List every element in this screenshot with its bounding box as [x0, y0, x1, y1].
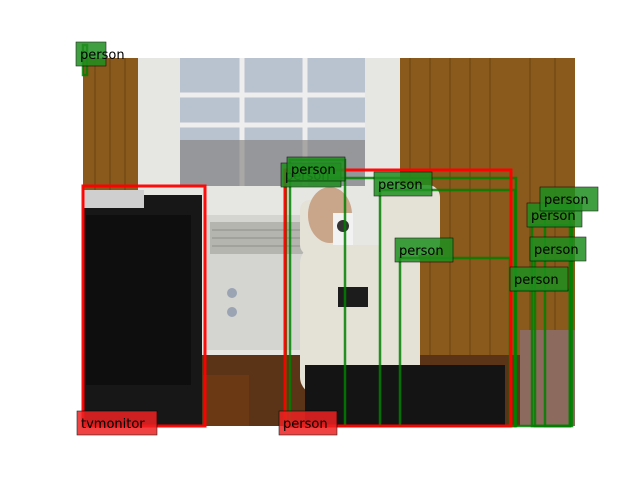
detection-label: person [373, 171, 433, 197]
detection-label-text: tvmonitor [81, 417, 145, 432]
detection-label: tvmonitor [76, 410, 158, 436]
detection-label: person [529, 236, 587, 262]
detection-label: person [278, 410, 338, 436]
detection-label: person [75, 41, 125, 67]
detection-label: person [509, 266, 569, 292]
detection-label-text: person [80, 48, 125, 63]
detection-label-text: person [544, 193, 589, 208]
detection-scene: person person person person person person pers… [75, 41, 599, 436]
photo [83, 58, 575, 426]
detection-label-text: person [283, 417, 328, 432]
detection-label-text: person [378, 178, 423, 193]
detection-label: person [286, 156, 346, 182]
detection-label-text: person [399, 244, 444, 259]
detection-label-text: person [291, 163, 336, 178]
detection-label-text: person [514, 273, 559, 288]
detection-label: person [539, 186, 599, 212]
detection-label: person [394, 237, 454, 263]
detection-label-text: person [534, 243, 579, 258]
